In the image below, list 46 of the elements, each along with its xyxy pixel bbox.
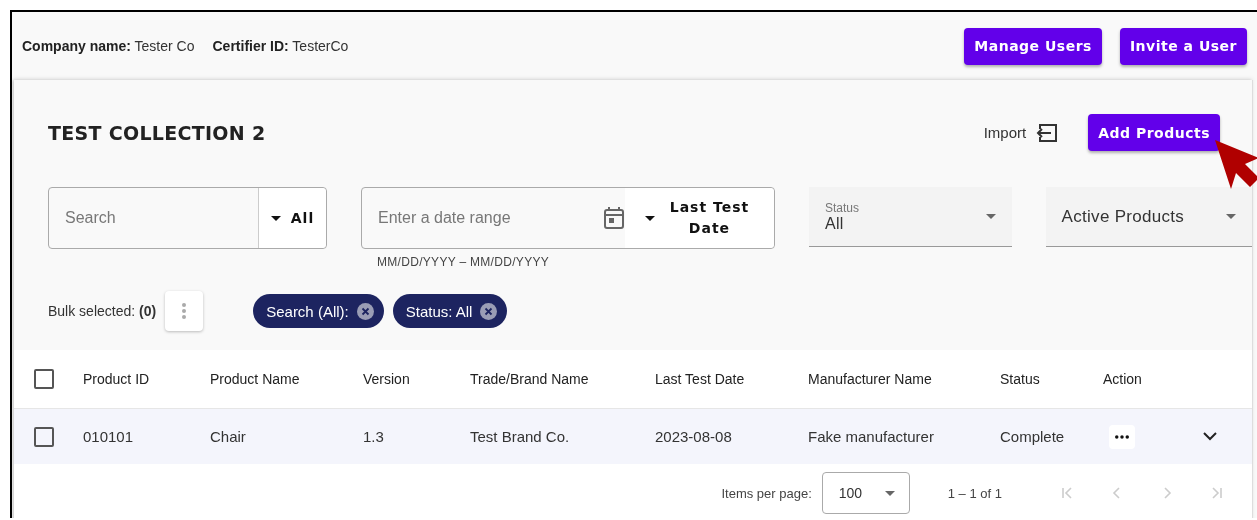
table-cell-text: Chair [210,428,247,445]
table-cell-text: 2023-08-08 [655,428,733,445]
search-scope-dropdown[interactable]: All [258,188,326,248]
certifier-info: Certifier ID: TesterCo [212,38,349,54]
status-select[interactable]: Status All [809,187,1012,247]
add-products-button[interactable]: Add Products [1088,114,1220,151]
last-page-icon [1209,485,1225,501]
close-icon[interactable] [356,302,374,320]
column-header: Product ID [83,371,151,387]
first-page-icon [1059,485,1075,501]
chevron-icon [1203,432,1217,441]
table-cell-text: Complete [1000,428,1066,445]
column-header: Trade/Brand Name [470,371,590,387]
caret-icon [270,215,281,221]
table-cell-text: 1.3 [363,428,385,445]
caret-icon [884,490,895,496]
caret-icon [1226,214,1236,219]
column-header: Manufacturer Name [808,371,933,387]
column-header: Product Name [210,371,301,387]
checkbox[interactable] [34,369,54,389]
filter-chip[interactable]: Search (All): [253,294,384,328]
search-field[interactable]: Search All [48,187,327,249]
items-per-page-label: Items per page: [721,485,812,501]
column-header: Action [1103,371,1143,387]
page-range: 1 – 1 of 1 [947,485,1002,501]
header-button[interactable]: Manage Users [964,27,1102,65]
column-header: Last Test Date [655,371,746,387]
column-header: Version [363,371,411,387]
more-icon [182,303,187,319]
close-icon[interactable] [480,302,498,320]
caret-icon [985,214,996,219]
column-header: Status [1000,371,1041,387]
collection-title: TEST COLLECTION 2 [48,121,266,144]
table-cell-text: Test Brand Co. [470,428,571,445]
filter-chip[interactable]: Status: All [392,294,508,328]
more-icon [1115,434,1129,439]
bulk-selected-label: Bulk selected: (0) [48,303,157,319]
header-button[interactable]: Invite a User [1119,27,1247,65]
row-actions-button[interactable] [1109,424,1135,449]
product-filter-select[interactable]: Active Products [1045,187,1252,247]
checkbox[interactable] [34,426,54,447]
date-format-hint: MM/DD/YYYY – MM/DD/YYYY [377,255,551,269]
table-cell-text: 010101 [83,428,135,445]
table-cell-text: Fake manufacturer [808,428,935,445]
import-button[interactable]: Import [977,121,1065,144]
company-info: Company name: Tester Co [22,38,195,54]
